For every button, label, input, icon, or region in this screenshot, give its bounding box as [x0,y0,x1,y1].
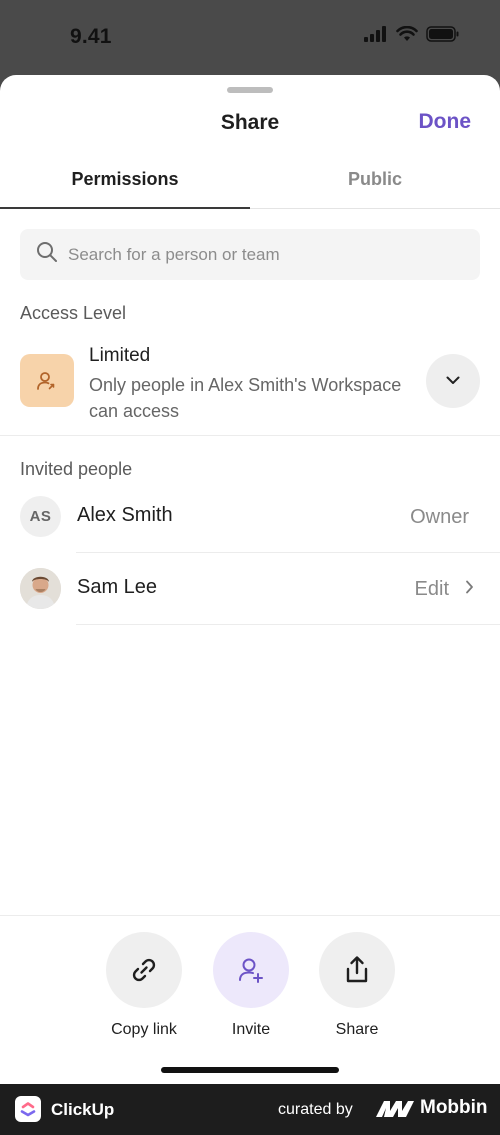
person-role: Owner [410,506,469,528]
person-row-alex-smith[interactable]: AS Alex Smith Owner [0,481,500,553]
home-indicator [161,1067,339,1073]
share-icon [319,932,395,1008]
access-level-title: Limited [89,345,151,366]
add-person-icon [213,932,289,1008]
chevron-right-icon [465,580,474,599]
invited-people-label: Invited people [20,459,133,479]
avatar [20,568,61,609]
status-time: 9.41 [70,25,112,48]
invite-button[interactable]: Invite [201,932,301,1039]
row-divider [76,624,500,625]
search-icon [36,241,58,268]
person-lock-icon [20,354,74,407]
status-bar: 9.41 [0,0,500,75]
status-icons [364,25,460,47]
mobbin-mark-icon [376,1101,414,1117]
tab-selected-indicator [0,207,250,209]
tab-bar: Permissions Public [0,159,500,209]
invite-label: Invite [231,1021,271,1038]
footer-brand: Mobbin [420,1097,488,1118]
done-button[interactable]: Done [419,110,472,134]
footer-curated-by: curated by [278,1101,353,1118]
signal-icon [364,26,388,47]
sheet-grabber[interactable] [227,87,273,93]
share-button[interactable]: Share [307,932,407,1039]
person-name: Sam Lee [77,576,158,598]
search-input[interactable] [68,244,448,265]
person-row-sam-lee[interactable]: Sam Lee Edit [0,553,500,625]
chevron-down-icon [446,372,460,390]
wifi-icon [396,25,418,47]
access-level-label: Access Level [20,303,127,323]
tab-permissions[interactable]: Permissions [0,169,250,190]
copy-link-label: Copy link [111,1021,177,1038]
action-bar: Copy link Invite Share [0,915,500,1084]
access-level-row[interactable]: Limited Only people in Alex Smith's Work… [0,340,500,436]
mobbin-logo: Mobbin [376,1097,488,1119]
link-icon [106,932,182,1008]
avatar: AS [20,496,61,537]
battery-icon [426,26,460,47]
person-name: Alex Smith [77,504,173,526]
share-sheet: Share Done Permissions Public Access Lev… [0,75,500,1084]
person-role-dropdown[interactable]: Edit [415,578,449,601]
copy-link-button[interactable]: Copy link [94,932,194,1039]
search-box[interactable] [20,229,480,280]
share-label: Share [335,1021,379,1038]
attribution-footer: ClickUp curated by Mobbin [0,1084,500,1135]
footer-app-name: ClickUp [51,1100,115,1119]
tab-public[interactable]: Public [250,169,500,190]
clickup-logo-icon [15,1096,41,1122]
access-level-dropdown-button[interactable] [426,354,480,408]
access-level-description: Only people in Alex Smith's Workspace ca… [89,375,402,421]
